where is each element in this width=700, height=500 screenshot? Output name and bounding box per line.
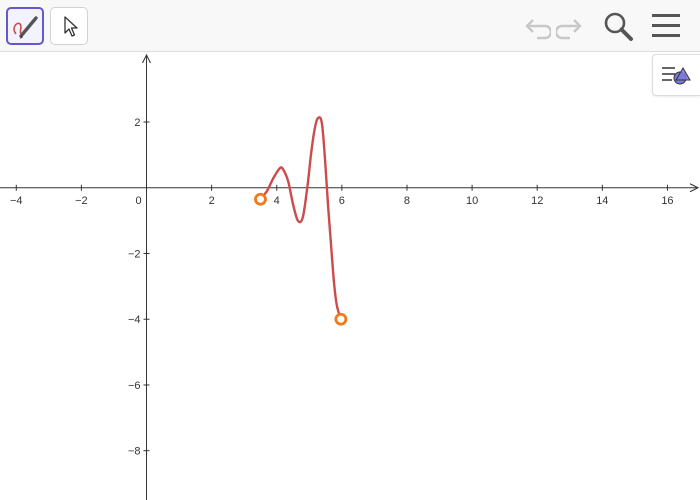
x-tick-label: 16 [661,195,673,207]
graphics-view[interactable]: −4 −2 0 2 4 6 8 10 12 14 16 −8 −6 −4 −2 2 [0,53,700,500]
x-tick-label: 6 [339,195,345,207]
undo-icon[interactable] [519,10,551,42]
style-bar-toggle-button[interactable] [652,54,700,96]
y-tick-label: 2 [134,117,140,129]
x-tick-label: 4 [274,195,280,207]
freehand-pen-icon [13,16,38,39]
curve-end-point[interactable] [334,312,348,326]
menu-icon[interactable] [650,10,682,42]
x-tick-label: 12 [531,195,543,207]
freehand-curve[interactable] [259,116,343,321]
freehand-pen-tool-button[interactable] [6,7,44,45]
move-pointer-icon [64,16,78,37]
y-tick-label: −2 [128,248,141,260]
curve-start-point[interactable] [254,192,267,206]
x-tick-label: 0 [135,195,141,207]
y-tick-label: −8 [128,446,141,458]
style-bar-icon [662,67,691,85]
axes [0,53,700,500]
y-tick-label: −4 [128,314,141,326]
search-icon[interactable] [602,10,634,42]
x-tick-label: 10 [466,195,478,207]
x-tick-label: 14 [596,195,608,207]
tick-marks: −4 −2 0 2 4 6 8 10 12 14 16 −8 −6 −4 −2 2 [10,117,674,458]
y-tick-label: −6 [128,380,141,392]
x-tick-label: 2 [209,195,215,207]
x-tick-label: −4 [10,195,23,207]
x-tick-label: −2 [75,195,88,207]
toolbar [0,0,700,52]
move-tool-button[interactable] [50,7,88,45]
redo-icon[interactable] [556,10,588,42]
x-tick-label: 8 [404,195,410,207]
